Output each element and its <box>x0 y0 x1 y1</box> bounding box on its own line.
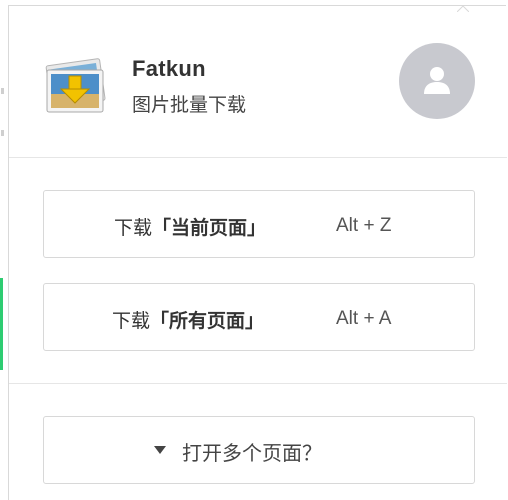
download-all-highlight: 所有页面 <box>169 310 246 332</box>
open-multiple-label: 打开多个页面？ <box>182 441 322 465</box>
download-current-label: 下载「当前页面」 <box>114 213 266 240</box>
open-multiple-pages-button[interactable]: 打开多个页面？ <box>43 416 475 484</box>
screen: Fatkun 图片批量下载 下载「当前页面」 Alt + Z 下载「所有页面」 … <box>0 0 508 500</box>
download-all-label: 下载「所有页面」 <box>112 306 264 333</box>
background-green-bar <box>0 278 3 370</box>
section-divider <box>9 383 507 384</box>
user-avatar-icon <box>424 67 450 94</box>
download-current-page-button[interactable]: 下载「当前页面」 Alt + Z <box>43 190 475 258</box>
download-current-prefix: 下载 <box>114 217 153 239</box>
background-mark <box>1 88 4 94</box>
download-current-shortcut: Alt + Z <box>336 215 392 236</box>
download-all-prefix: 下载 <box>112 310 151 332</box>
app-name: Fatkun <box>132 56 206 81</box>
app-subtitle: 图片批量下载 <box>132 94 247 116</box>
popup-header: Fatkun 图片批量下载 <box>9 6 507 158</box>
download-all-shortcut: Alt + A <box>336 308 392 329</box>
extension-popup: Fatkun 图片批量下载 下载「当前页面」 Alt + Z 下载「所有页面」 … <box>8 5 507 500</box>
download-all-bracket-close: 」 <box>245 310 265 332</box>
download-all-bracket-open: 「 <box>150 310 170 332</box>
image-download-icon <box>41 56 111 116</box>
triangle-down-icon <box>154 446 166 454</box>
background-page-edge <box>0 0 8 500</box>
download-current-bracket-open: 「 <box>152 217 172 239</box>
download-current-highlight: 当前页面 <box>171 217 248 239</box>
background-mark <box>1 130 4 136</box>
download-all-pages-button[interactable]: 下载「所有页面」 Alt + A <box>43 283 475 351</box>
download-current-bracket-close: 」 <box>247 217 267 239</box>
user-avatar-button[interactable] <box>399 43 475 119</box>
